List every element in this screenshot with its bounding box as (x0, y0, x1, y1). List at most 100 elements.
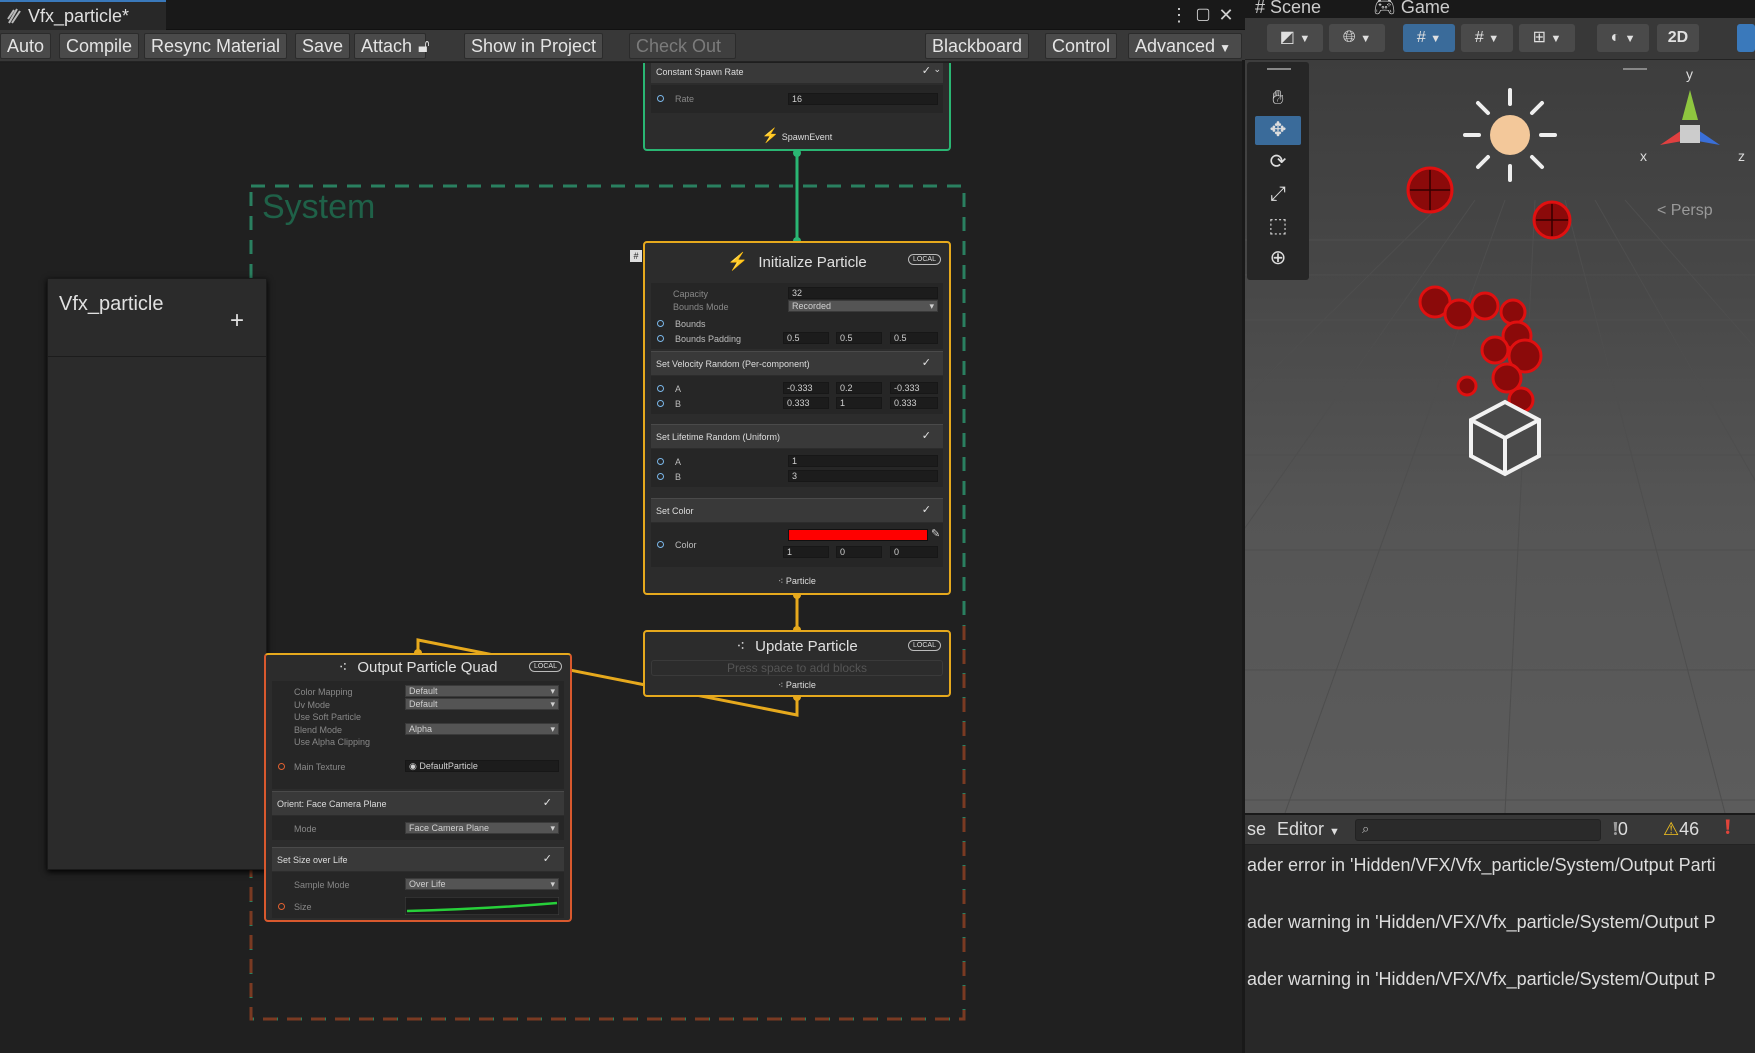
compile-button[interactable]: Compile (59, 33, 140, 59)
blend-mode-label: Blend Mode (294, 725, 343, 735)
texture-icon: ◉ (409, 761, 417, 771)
panel-splitter[interactable] (1242, 60, 1245, 1053)
tab-game[interactable]: 🎮︎ Game (1373, 0, 1450, 18)
attach-button[interactable]: Attach 🔓︎ (354, 33, 430, 59)
bounds-mode-dropdown[interactable]: Recorded (788, 300, 938, 312)
orient-block[interactable]: Orient: Face Camera Plane ✓ (272, 791, 564, 815)
vel-b-label: B (675, 399, 682, 409)
output-particle-quad-context[interactable]: ⁖ Output Particle Quad LOCAL Color Mappin… (264, 653, 572, 922)
tab-scene[interactable]: # Scene (1255, 0, 1321, 18)
kebab-menu-icon[interactable]: ⋮ (1168, 4, 1190, 26)
editor-dropdown[interactable]: Editor ▼ (1277, 819, 1340, 840)
color-y-field[interactable]: 0 (836, 546, 882, 558)
add-block-placeholder[interactable]: Press space to add blocks (651, 660, 943, 676)
port-icon[interactable] (657, 385, 664, 392)
local-badge[interactable]: LOCAL (529, 661, 562, 672)
uv-mode-dropdown[interactable]: Default (405, 698, 559, 710)
check-out-button[interactable]: Check Out (629, 33, 736, 59)
advanced-dropdown[interactable]: Advanced ▼ (1128, 33, 1242, 59)
life-b-field[interactable]: 3 (788, 470, 938, 482)
update-particle-context[interactable]: ⁖ Update Particle LOCAL Press space to ad… (643, 630, 951, 697)
shading-dropdown[interactable]: ◐ ▼ (1597, 24, 1649, 52)
vel-b-z-field[interactable]: 0.333 (890, 397, 938, 409)
local-badge[interactable]: LOCAL (908, 254, 941, 265)
port-icon[interactable] (657, 541, 664, 548)
maximize-icon[interactable]: ▢ (1192, 4, 1214, 26)
sample-mode-dropdown[interactable]: Over Life (405, 878, 559, 890)
draw-mode-dropdown[interactable]: ◩ ▼ (1267, 24, 1323, 52)
padding-x-field[interactable]: 0.5 (783, 332, 829, 344)
tab-vfx-particle[interactable]: Vfx_particle* (0, 0, 166, 30)
local-badge[interactable]: LOCAL (908, 640, 941, 651)
clear-button[interactable]: se (1247, 819, 1266, 840)
toggle-2d-button[interactable]: 2D (1657, 24, 1699, 52)
close-icon[interactable]: ✕ (1215, 4, 1237, 26)
port-icon[interactable] (657, 473, 664, 480)
set-color-block[interactable]: Set Color ✓ (651, 498, 943, 522)
error-icon[interactable]: ❗︎ (1725, 817, 1730, 840)
capacity-field[interactable]: 32 (788, 287, 938, 299)
checkbox-icon[interactable]: ✓ (922, 64, 931, 77)
blend-mode-dropdown[interactable]: Alpha (405, 723, 559, 735)
set-velocity-block[interactable]: Set Velocity Random (Per-component) ✓ (651, 351, 943, 375)
color-swatch[interactable] (788, 529, 928, 541)
overflow-button[interactable] (1737, 24, 1755, 52)
vel-a-y-field[interactable]: 0.2 (836, 382, 882, 394)
console-log-error[interactable]: ader error in 'Hidden/VFX/Vfx_particle/S… (1245, 855, 1755, 876)
set-size-block[interactable]: Set Size over Life ✓ (272, 847, 564, 871)
eyedropper-icon[interactable]: ✎ (931, 527, 940, 540)
size-curve-field[interactable] (405, 897, 559, 915)
vfx-toolbar: Auto Compile Resync Material Save Attach… (0, 30, 1245, 62)
color-mapping-label: Color Mapping (294, 687, 353, 697)
add-property-button[interactable]: + (230, 307, 244, 335)
chevron-down-icon[interactable]: ⌄ (933, 64, 941, 75)
port-icon[interactable] (657, 95, 664, 102)
checkbox-icon[interactable]: ✓ (922, 503, 931, 516)
show-in-project-button[interactable]: Show in Project (464, 33, 604, 59)
blackboard-panel[interactable]: Vfx_particle + (47, 278, 267, 870)
vfx-graph-canvas[interactable]: System Constant Spawn Rate ✓ ⌄ Rate 16 ⚡… (0, 63, 1245, 1053)
padding-z-field[interactable]: 0.5 (890, 332, 938, 344)
console-search-input[interactable]: ⌕ (1355, 819, 1601, 841)
vel-a-x-field[interactable]: -0.333 (783, 382, 829, 394)
spawn-context[interactable]: Constant Spawn Rate ✓ ⌄ Rate 16 ⚡ SpawnE… (643, 63, 951, 151)
constant-spawn-rate-block[interactable]: Constant Spawn Rate ✓ ⌄ (651, 63, 943, 83)
console-log-warning[interactable]: ader warning in 'Hidden/VFX/Vfx_particle… (1245, 969, 1755, 990)
padding-y-field[interactable]: 0.5 (836, 332, 882, 344)
port-icon[interactable] (657, 400, 664, 407)
color-z-field[interactable]: 0 (890, 546, 938, 558)
save-button[interactable]: Save (295, 33, 351, 59)
auto-button[interactable]: Auto (0, 33, 52, 59)
port-icon[interactable] (657, 320, 664, 327)
scene-viewport[interactable]: ✋︎ ✥ ⟳ ⤢ ⬚ ⊕ y x z < Persp (1245, 60, 1755, 813)
initialize-particle-context[interactable]: # ⚡ Initialize Particle LOCAL Capacity 32… (630, 241, 951, 595)
port-icon[interactable] (278, 763, 285, 770)
rate-field[interactable]: 16 (788, 93, 938, 105)
blackboard-button[interactable]: Blackboard (925, 33, 1030, 59)
checkbox-icon[interactable]: ✓ (922, 356, 931, 369)
checkbox-icon[interactable]: ✓ (543, 852, 552, 865)
grid-snap-dropdown[interactable]: # ▼ (1403, 24, 1455, 52)
info-count-toggle[interactable]: ❗︎0 (1613, 819, 1628, 840)
control-button[interactable]: Control (1045, 33, 1118, 59)
mode-dropdown[interactable]: Face Camera Plane (405, 822, 559, 834)
port-icon[interactable] (657, 458, 664, 465)
vel-b-x-field[interactable]: 0.333 (783, 397, 829, 409)
global-dropdown[interactable]: 🌐︎ ▼ (1329, 24, 1385, 52)
resync-material-button[interactable]: Resync Material (144, 33, 288, 59)
warning-count-toggle[interactable]: ⚠︎46 (1663, 819, 1699, 840)
console-log-warning[interactable]: ader warning in 'Hidden/VFX/Vfx_particle… (1245, 912, 1755, 933)
checkbox-icon[interactable]: ✓ (543, 796, 552, 809)
color-mapping-dropdown[interactable]: Default (405, 685, 559, 697)
port-icon[interactable] (278, 903, 285, 910)
set-lifetime-block[interactable]: Set Lifetime Random (Uniform) ✓ (651, 424, 943, 448)
vel-b-y-field[interactable]: 1 (836, 397, 882, 409)
main-texture-field[interactable]: ◉ DefaultParticle (405, 760, 559, 772)
ruler-dropdown[interactable]: ⊞ ▼ (1519, 24, 1575, 52)
color-x-field[interactable]: 1 (783, 546, 829, 558)
vel-a-z-field[interactable]: -0.333 (890, 382, 938, 394)
increment-snap-dropdown[interactable]: # ▼ (1461, 24, 1513, 52)
life-a-field[interactable]: 1 (788, 455, 938, 467)
checkbox-icon[interactable]: ✓ (922, 429, 931, 442)
port-icon[interactable] (657, 335, 664, 342)
